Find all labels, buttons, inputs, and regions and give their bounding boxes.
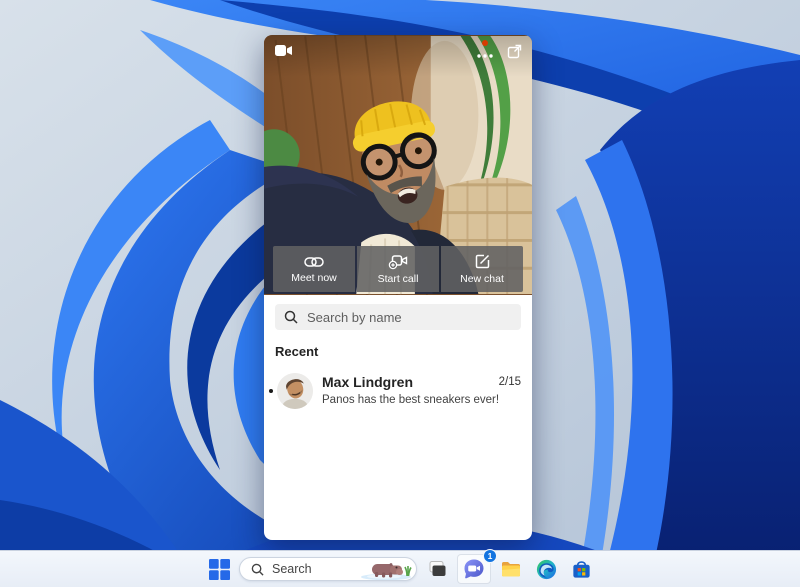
taskbar: Search 1 [0, 549, 800, 587]
conversation-name: Max Lindgren [322, 374, 414, 390]
unread-indicator [269, 389, 273, 393]
microsoft-store-button[interactable] [566, 554, 596, 584]
more-options-icon[interactable] [477, 45, 493, 63]
notification-dot [482, 40, 488, 46]
edge-browser-button[interactable] [531, 554, 561, 584]
link-icon [304, 256, 324, 267]
file-explorer-button[interactable] [496, 554, 526, 584]
hippo-daily-image [361, 563, 412, 580]
chat-notification-badge: 1 [483, 549, 497, 563]
meet-now-button[interactable]: Meet now [273, 246, 355, 292]
conversation-message: Panos has the best sneakers ever! [322, 394, 500, 406]
start-button[interactable] [204, 554, 234, 584]
chat-teams-button[interactable]: 1 [457, 549, 497, 584]
new-chat-label: New chat [460, 273, 504, 285]
video-call-plus-icon [388, 255, 408, 270]
file-explorer-icon [502, 562, 520, 577]
conversation-row[interactable]: Max Lindgren Panos has the best sneakers… [264, 368, 532, 414]
camera-icon [275, 44, 292, 62]
chat-flyout-panel: Meet now Start call New chat Search by n… [264, 35, 532, 540]
recent-section-label: Recent [275, 344, 319, 359]
task-view-icon [429, 561, 446, 576]
microsoft-store-icon [572, 560, 590, 578]
open-window-icon[interactable] [507, 44, 522, 64]
self-video-preview: Meet now Start call New chat [264, 35, 532, 295]
taskbar-search-box[interactable]: Search [239, 557, 417, 581]
task-view-button[interactable] [422, 554, 452, 584]
avatar [277, 373, 313, 409]
meet-now-label: Meet now [291, 271, 337, 284]
search-by-name-field[interactable] [275, 304, 521, 330]
search-icon [284, 310, 298, 324]
quick-actions: Meet now Start call New chat [273, 246, 523, 292]
edge-icon [536, 559, 556, 579]
windows-logo-icon [208, 558, 230, 580]
video-topbar [264, 35, 532, 77]
new-chat-button[interactable]: New chat [441, 246, 523, 292]
start-call-label: Start call [377, 273, 419, 285]
taskbar-search-label: Search [272, 562, 312, 576]
chat-teams-icon [464, 559, 484, 579]
compose-icon [475, 254, 489, 269]
search-icon [251, 563, 264, 576]
search-input[interactable] [307, 309, 512, 325]
conversation-text: Max Lindgren Panos has the best sneakers… [322, 374, 499, 408]
conversation-date: 2/15 [498, 376, 521, 388]
start-call-button[interactable]: Start call [357, 246, 439, 292]
